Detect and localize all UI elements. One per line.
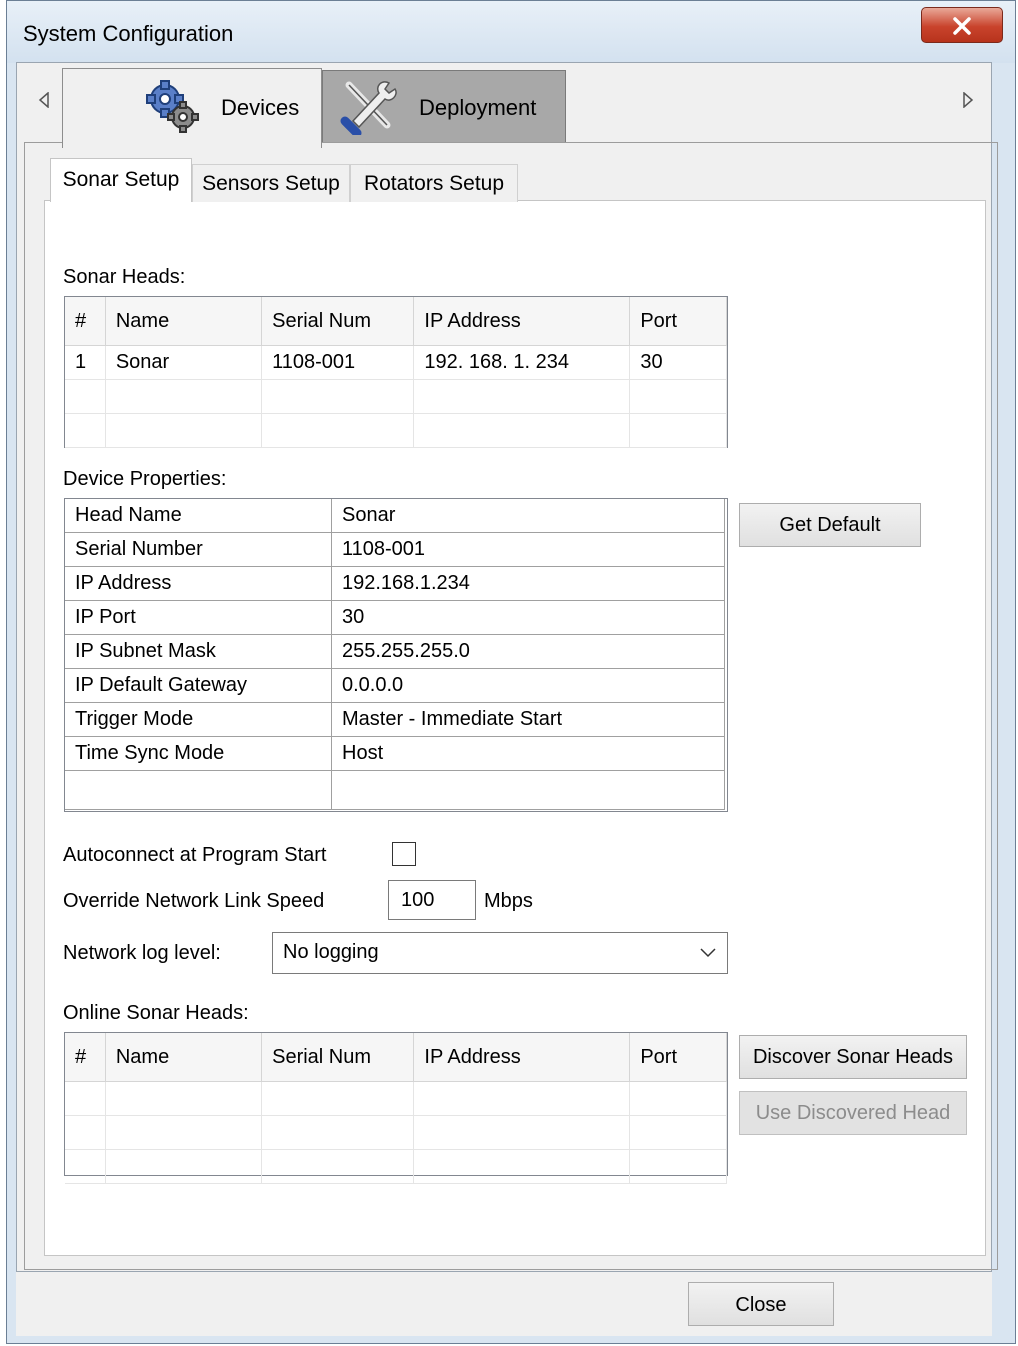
property-row bbox=[65, 770, 725, 810]
sonar-heads-label: Sonar Heads: bbox=[63, 266, 186, 288]
property-name: Trigger Mode bbox=[65, 702, 332, 737]
tools-icon bbox=[340, 81, 397, 135]
window-title: System Configuration bbox=[23, 21, 234, 46]
property-value[interactable]: 0.0.0.0 bbox=[331, 668, 725, 703]
property-row[interactable]: Trigger Mode Master - Immediate Start bbox=[65, 702, 725, 737]
device-properties-grid[interactable]: Head Name Sonar Serial Number 1108-001 IP … bbox=[64, 498, 728, 812]
property-value[interactable]: Sonar bbox=[331, 499, 725, 533]
tab-devices-label: Devices bbox=[221, 95, 300, 120]
property-value[interactable]: 30 bbox=[331, 600, 725, 635]
property-value[interactable]: Master - Immediate Start bbox=[331, 702, 725, 737]
property-name: Serial Number bbox=[65, 532, 332, 567]
table-cell: 30 bbox=[629, 345, 727, 380]
get-default-button[interactable]: Get Default bbox=[739, 503, 921, 547]
column-header[interactable]: Port bbox=[629, 297, 727, 346]
table-header-row: # Name Serial Num IP Address Port bbox=[65, 297, 727, 346]
table-row bbox=[65, 413, 727, 448]
dialog-footer bbox=[16, 1272, 992, 1336]
discover-sonar-heads-button[interactable]: Discover Sonar Heads bbox=[739, 1035, 967, 1079]
table-cell: 1108-001 bbox=[261, 345, 415, 380]
property-name: Head Name bbox=[65, 499, 332, 533]
tab-sonar-setup[interactable]: Sonar Setup bbox=[50, 158, 192, 202]
log-level-label: Network log level: bbox=[63, 942, 221, 964]
table-header-row: # Name Serial Num IP Address Port bbox=[65, 1033, 727, 1082]
online-sonar-heads-label: Online Sonar Heads: bbox=[63, 1002, 249, 1024]
table-row bbox=[65, 1149, 727, 1184]
column-header[interactable]: # bbox=[65, 297, 106, 346]
scroll-left-icon[interactable] bbox=[38, 92, 50, 108]
property-row[interactable]: Serial Number 1108-001 bbox=[65, 532, 725, 567]
property-value[interactable]: 255.255.255.0 bbox=[331, 634, 725, 669]
property-row[interactable]: IP Subnet Mask 255.255.255.0 bbox=[65, 634, 725, 669]
column-header[interactable]: Name bbox=[105, 1033, 263, 1082]
link-speed-unit: Mbps bbox=[484, 890, 533, 912]
autoconnect-checkbox[interactable] bbox=[392, 842, 416, 866]
property-row[interactable]: IP Port 30 bbox=[65, 600, 725, 635]
property-row[interactable]: Head Name Sonar bbox=[65, 499, 725, 533]
chevron-down-icon bbox=[700, 948, 716, 958]
property-name: IP Address bbox=[65, 566, 332, 601]
column-header[interactable]: Name bbox=[105, 297, 263, 346]
device-properties-label: Device Properties: bbox=[63, 468, 227, 490]
table-cell: 192. 168. 1. 234 bbox=[413, 345, 631, 380]
column-header[interactable]: Serial Num bbox=[261, 297, 415, 346]
tab-deployment[interactable]: Deployment bbox=[322, 70, 566, 142]
column-header[interactable]: # bbox=[65, 1033, 106, 1082]
tab-rotators-setup[interactable]: Rotators Setup bbox=[350, 164, 518, 202]
link-speed-input[interactable]: 100 bbox=[388, 880, 476, 920]
sonar-heads-table[interactable]: # Name Serial Num IP Address Port 1 Sona… bbox=[64, 296, 728, 448]
property-value[interactable]: 1108-001 bbox=[331, 532, 725, 567]
log-level-value: No logging bbox=[283, 941, 379, 963]
property-name: IP Default Gateway bbox=[65, 668, 332, 703]
property-value[interactable]: Host bbox=[331, 736, 725, 771]
link-speed-label: Override Network Link Speed bbox=[63, 890, 325, 912]
column-header[interactable]: Port bbox=[629, 1033, 727, 1082]
autoconnect-label: Autoconnect at Program Start bbox=[63, 844, 327, 866]
close-button[interactable]: Close bbox=[688, 1282, 834, 1326]
column-header[interactable]: IP Address bbox=[413, 297, 631, 346]
gears-icon bbox=[146, 80, 199, 133]
window-close-button[interactable] bbox=[921, 7, 1003, 43]
property-row[interactable]: IP Default Gateway 0.0.0.0 bbox=[65, 668, 725, 703]
column-header[interactable]: Serial Num bbox=[261, 1033, 415, 1082]
column-header[interactable]: IP Address bbox=[413, 1033, 631, 1082]
property-name: IP Port bbox=[65, 600, 332, 635]
table-row bbox=[65, 379, 727, 414]
scroll-right-icon[interactable] bbox=[962, 92, 974, 108]
tab-devices[interactable]: Devices bbox=[62, 68, 322, 148]
table-cell: 1 bbox=[65, 345, 106, 380]
log-level-select[interactable]: No logging bbox=[272, 932, 728, 974]
property-name: Time Sync Mode bbox=[65, 736, 332, 771]
table-row[interactable]: 1 Sonar 1108-001 192. 168. 1. 234 30 bbox=[65, 345, 727, 380]
table-row bbox=[65, 1081, 727, 1116]
online-sonar-heads-table[interactable]: # Name Serial Num IP Address Port bbox=[64, 1032, 728, 1184]
table-row bbox=[65, 1115, 727, 1150]
tab-sensors-setup[interactable]: Sensors Setup bbox=[192, 164, 350, 202]
property-value[interactable]: 192.168.1.234 bbox=[331, 566, 725, 601]
use-discovered-head-button[interactable]: Use Discovered Head bbox=[739, 1091, 967, 1135]
tab-deployment-label: Deployment bbox=[419, 95, 537, 120]
close-icon bbox=[953, 17, 971, 35]
title-bar: System Configuration bbox=[7, 1, 1015, 63]
property-name: IP Subnet Mask bbox=[65, 634, 332, 669]
property-row[interactable]: Time Sync Mode Host bbox=[65, 736, 725, 771]
property-row[interactable]: IP Address 192.168.1.234 bbox=[65, 566, 725, 601]
table-cell: Sonar bbox=[105, 345, 263, 380]
